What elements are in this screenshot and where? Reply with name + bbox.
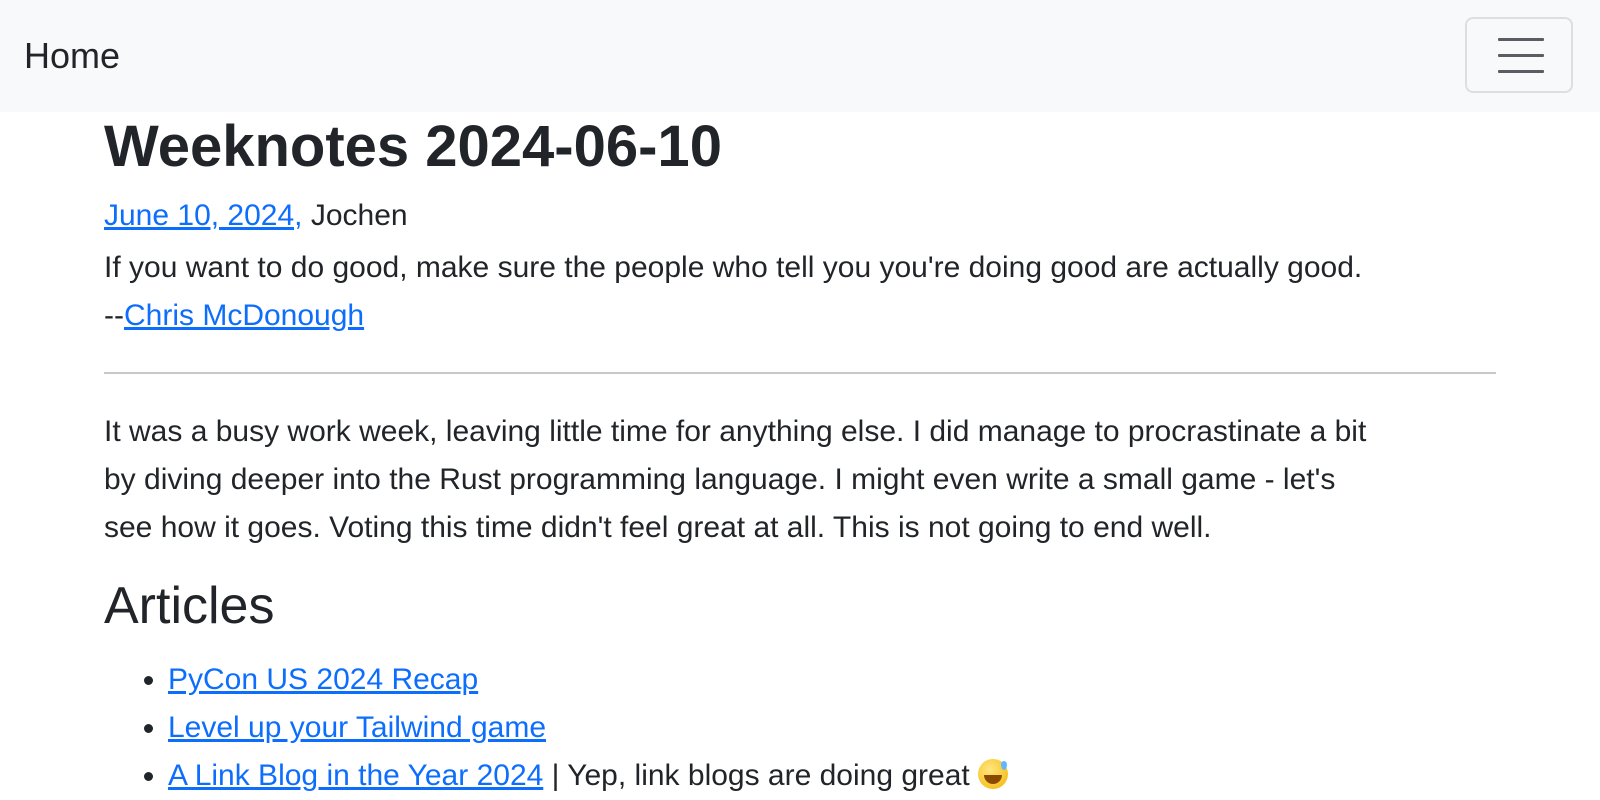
paragraph-line: see how it goes. Voting this time didn't… [104, 511, 1212, 544]
article-link[interactable]: PyCon US 2024 Recap [168, 663, 478, 696]
epigraph-quote: If you want to do good, make sure the pe… [104, 244, 1496, 340]
paragraph-line: by diving deeper into the Rust programmi… [104, 463, 1336, 496]
menu-toggle-button[interactable] [1465, 17, 1573, 93]
paragraph-line: It was a busy work week, leaving little … [104, 415, 1367, 448]
intro-paragraph: It was a busy work week, leaving little … [104, 408, 1496, 552]
home-link[interactable]: Home [24, 34, 120, 78]
list-item: PyCon US 2024 Recap [168, 656, 1008, 704]
divider [104, 372, 1496, 374]
list-item: Level up your Tailwind game [168, 704, 1008, 752]
post-title: Weeknotes 2024-06-10 [104, 114, 722, 179]
quote-text: If you want to do good, make sure the pe… [104, 251, 1363, 284]
article-link[interactable]: A Link Blog in the Year 2024 [168, 759, 543, 792]
quote-attribution: --Chris McDonough [104, 292, 1496, 340]
top-navbar: Home [0, 0, 1600, 112]
article-note: | Yep, link blogs are doing great [543, 759, 979, 792]
list-item: A Link Blog in the Year 2024 | Yep, link… [168, 752, 1009, 800]
article-link[interactable]: Level up your Tailwind game [168, 711, 546, 744]
post-author: Jochen [310, 199, 408, 232]
articles-list: PyCon US 2024 Recap Level up your Tailwi… [104, 656, 1009, 800]
articles-heading: Articles [104, 577, 275, 635]
post-meta: June 10, 2024, Jochen [104, 196, 408, 236]
grinning-sweat-emoji-icon [978, 759, 1009, 789]
quote-prefix: -- [104, 299, 124, 332]
quote-author-link[interactable]: Chris McDonough [124, 299, 364, 332]
post-date-link[interactable]: June 10, 2024, [104, 199, 303, 232]
